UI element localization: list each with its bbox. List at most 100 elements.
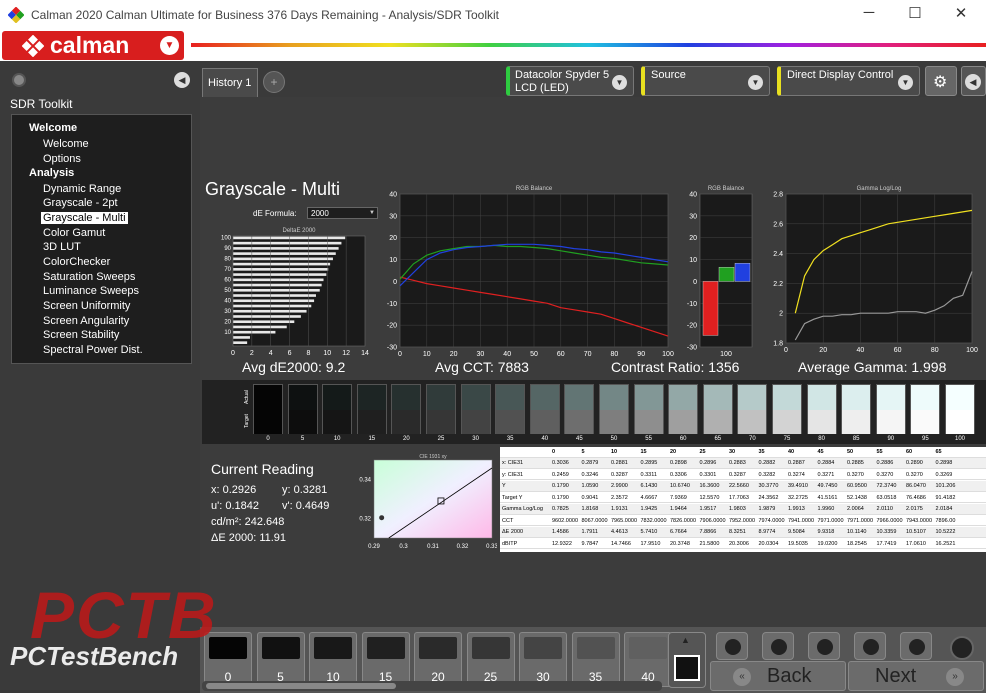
read-stop-button[interactable]: ▲ — [668, 632, 706, 688]
minimize-button[interactable]: ─ — [846, 4, 892, 21]
chart-title: RGB Balance — [708, 186, 745, 192]
tree-item-options[interactable]: Options — [43, 153, 81, 165]
table-cell: 7966.0000 — [876, 517, 903, 524]
swatch-actual — [392, 385, 421, 410]
table-header-cell: 60 — [906, 449, 913, 455]
swatch-actual — [876, 385, 905, 410]
de-bar — [233, 273, 327, 276]
ytick-label: 0.32 — [359, 517, 371, 523]
tree-item-grayscale-multi[interactable]: Grayscale - Multi — [41, 212, 128, 224]
table-cell: 1.9425 — [640, 506, 658, 512]
rgb-bar — [718, 267, 735, 282]
xtick-label: 40 — [503, 351, 511, 357]
ytick-label: 10 — [389, 257, 397, 264]
tree-item-dynamic-range[interactable]: Dynamic Range — [43, 183, 121, 195]
table-cell: 1.9464 — [670, 506, 687, 512]
de-formula-select[interactable]: 2000 ▼ — [307, 207, 378, 219]
patch-thumbnail[interactable]: 15 — [361, 632, 410, 687]
patch-thumbnail[interactable]: 30 — [519, 632, 567, 687]
table-cell: 1.9879 — [758, 506, 776, 512]
table-cell: 2.0175 — [906, 506, 923, 512]
table-cell: 0.3271 — [817, 471, 835, 478]
maximize-button[interactable]: ☐ — [892, 4, 938, 22]
workflow-tree: Welcome Welcome Options Analysis Dynamic… — [11, 114, 192, 364]
tree-section-analysis[interactable]: Analysis — [29, 167, 74, 179]
chevron-down-icon: ▼ — [612, 75, 627, 90]
gray-swatch — [564, 384, 595, 434]
tree-item-screen-stability[interactable]: Screen Stability — [43, 329, 119, 341]
settings-button[interactable]: ⚙ — [925, 66, 957, 96]
logo-menu-chevron-icon[interactable]: ▼ — [160, 36, 179, 55]
de-bar — [233, 294, 316, 297]
de-bar — [233, 325, 287, 329]
patch-thumbnail[interactable]: 35 — [571, 632, 620, 687]
add-tab-button[interactable]: + — [263, 71, 285, 93]
table-cell: 9602.0000 — [552, 517, 578, 524]
table-header-cell: 45 — [817, 449, 824, 455]
patch-thumbnail[interactable]: 10 — [309, 632, 357, 687]
sidebar-collapse-icon[interactable]: ◀ — [174, 72, 190, 88]
swatch-actual — [461, 385, 490, 410]
play-button[interactable] — [762, 632, 794, 660]
xtick-label: 100 — [662, 351, 674, 357]
tree-section-welcome[interactable]: Welcome — [29, 122, 77, 134]
tree-item-luminance-sweeps[interactable]: Luminance Sweeps — [43, 285, 139, 297]
back-button[interactable]: « Back — [710, 661, 846, 691]
back-arrow-icon: « — [733, 668, 751, 686]
table-cell: 7971.0000 — [847, 517, 873, 524]
table-cell: 39.4910 — [788, 483, 808, 489]
patch-thumbnail[interactable]: 20 — [414, 632, 462, 687]
table-cell: 0.3270 — [906, 471, 923, 478]
de-bar — [233, 247, 339, 250]
loop-button[interactable] — [854, 632, 886, 660]
table-cell: 14.7466 — [611, 540, 631, 547]
save-button[interactable] — [808, 632, 840, 660]
tree-item-grayscale-2pt[interactable]: Grayscale - 2pt — [43, 197, 118, 209]
tree-item-3d-lut[interactable]: 3D LUT — [43, 241, 81, 253]
table-cell: 0.2459 — [552, 471, 569, 478]
meter-selector[interactable]: Datacolor Spyder 5 LCD (LED) ▼ — [506, 66, 634, 96]
swatch-target — [738, 410, 767, 434]
table-cell: 86.0470 — [906, 483, 926, 489]
panel-toggle-button[interactable]: ◀ — [961, 66, 986, 96]
swatch-actual — [323, 385, 352, 410]
table-cell: 30.3770 — [758, 483, 779, 489]
table-cell: 0.2881 — [611, 460, 628, 466]
tree-item-saturation-sweeps[interactable]: Saturation Sweeps — [43, 271, 135, 283]
swatch-actual — [807, 385, 836, 410]
tree-item-color-gamut[interactable]: Color Gamut — [43, 227, 105, 239]
ytick-label: 20 — [389, 235, 397, 242]
patch-thumbnail[interactable]: 40 — [624, 632, 672, 687]
sidebar-pin-icon[interactable] — [12, 73, 26, 87]
table-cell: 0.2886 — [876, 460, 894, 466]
tree-item-welcome[interactable]: Welcome — [43, 138, 89, 150]
table-cell: y: CIE31 — [502, 471, 524, 478]
tree-item-screen-angularity[interactable]: Screen Angularity — [43, 315, 129, 327]
de-bar — [233, 268, 329, 271]
calman-logo[interactable]: calman ▼ — [2, 31, 184, 60]
de-bar — [233, 315, 301, 318]
de-xtick: 4 — [269, 350, 273, 357]
refresh-button[interactable] — [900, 632, 932, 660]
de-bar — [233, 236, 346, 240]
ytick-label: 10 — [689, 257, 697, 264]
display-selector[interactable]: Direct Display Control ▼ — [777, 66, 920, 96]
table-header-cell: 5 — [581, 449, 585, 455]
de-bar — [233, 330, 276, 334]
tree-item-screen-uniformity[interactable]: Screen Uniformity — [43, 300, 130, 312]
tree-item-colorchecker[interactable]: ColorChecker — [43, 256, 110, 268]
table-cell: 8.9774 — [758, 529, 776, 535]
source-selector[interactable]: Source ▼ — [641, 66, 770, 96]
table-cell: 17.7063 — [729, 494, 749, 501]
tree-item-spectral-power[interactable]: Spectral Power Dist. — [43, 344, 143, 356]
stop-button[interactable] — [716, 632, 748, 660]
patch-preview — [576, 637, 615, 659]
table-cell: 0.2884 — [817, 460, 835, 466]
swatch-target — [288, 410, 317, 434]
tab-history-1[interactable]: History 1 — [202, 68, 258, 97]
next-button[interactable]: Next » — [848, 661, 984, 691]
close-button[interactable]: ✕ — [938, 4, 984, 22]
table-cell: 9.9318 — [817, 529, 835, 535]
de-bar — [233, 320, 295, 324]
patch-thumbnail[interactable]: 25 — [466, 632, 515, 687]
